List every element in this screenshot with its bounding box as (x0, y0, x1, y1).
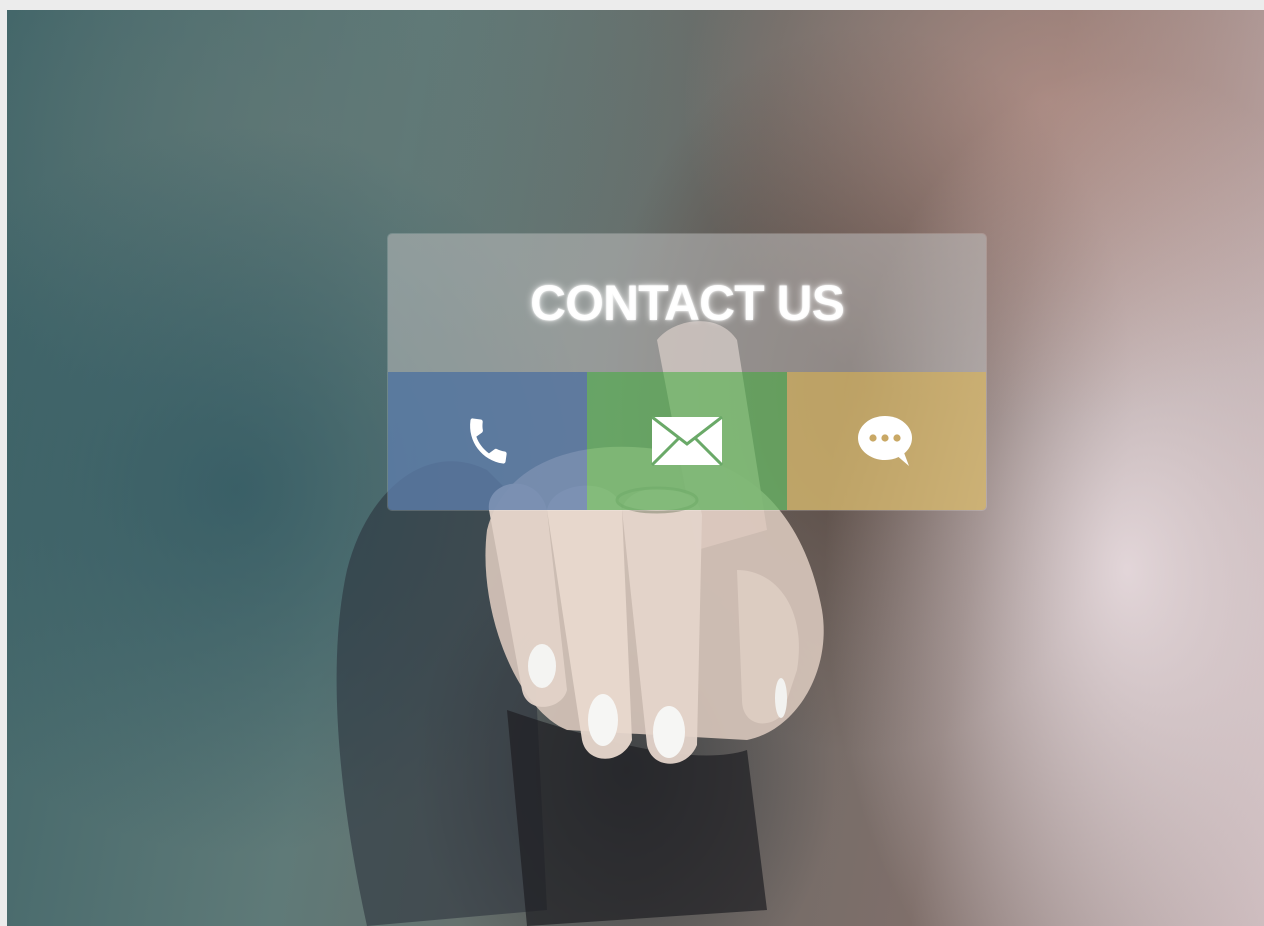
contact-header: CONTACT US (388, 234, 986, 372)
call-button[interactable] (388, 372, 587, 510)
envelope-icon (651, 416, 723, 466)
chat-bubble-icon (857, 416, 912, 466)
email-button[interactable] (587, 372, 787, 510)
contact-title: CONTACT US (529, 275, 845, 331)
phone-icon (469, 418, 507, 464)
chat-button[interactable] (787, 372, 986, 510)
contact-panel: CONTACT US (388, 234, 986, 510)
contact-options (388, 372, 986, 510)
background-photo: CONTACT US (7, 10, 1264, 926)
